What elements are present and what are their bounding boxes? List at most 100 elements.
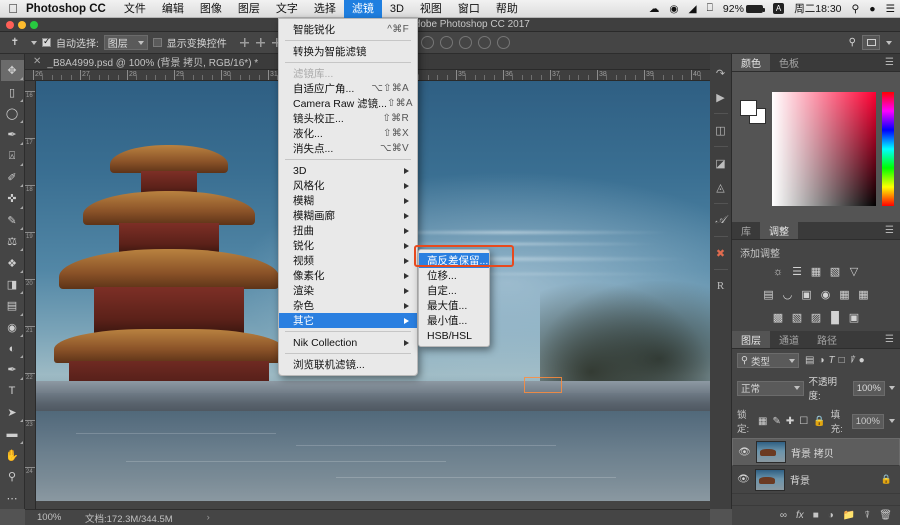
submenu-item-custom[interactable]: 自定... xyxy=(419,283,489,298)
drag-3d-icon[interactable] xyxy=(459,36,473,49)
menu-filter[interactable]: 滤镜 xyxy=(343,0,382,18)
airplay-icon[interactable]: ⎕ xyxy=(702,2,718,15)
submenu-item-minimum[interactable]: 最小值... xyxy=(419,313,489,328)
path-selection-tool[interactable]: ➤ xyxy=(1,402,24,423)
character-styles-icon[interactable]: 𝒜 xyxy=(711,209,731,231)
menu-type[interactable]: 文字 xyxy=(268,0,306,18)
auto-select-dropdown[interactable]: 图层 xyxy=(103,35,148,50)
submenu-item-offset[interactable]: 位移... xyxy=(419,268,489,283)
history-panel-icon[interactable]: ↷ xyxy=(711,62,731,84)
link-layers-icon[interactable]: ∞ xyxy=(780,510,787,521)
apple-logo-icon[interactable]:  xyxy=(0,2,26,15)
new-layer-icon[interactable]: ⍒ xyxy=(864,510,870,521)
other-filters-submenu[interactable]: 高反差保留... 位移... 自定... 最大值... 最小值... HSB/H… xyxy=(418,249,490,347)
minimize-window-button[interactable] xyxy=(18,20,26,29)
tab-channels[interactable]: 通道 xyxy=(770,331,808,348)
color-lookup-icon[interactable]: ▦ xyxy=(856,287,871,302)
gradient-tool[interactable]: ▤ xyxy=(1,295,24,316)
lock-transparency-icon[interactable]: ▦ xyxy=(758,416,767,427)
brightness-contrast-icon[interactable]: ☼ xyxy=(771,264,786,279)
table-row[interactable]: 👁 背景 🔒 xyxy=(732,466,900,494)
pixel-filter-icon[interactable]: ▤ xyxy=(805,355,814,366)
exposure-icon[interactable]: ▧ xyxy=(828,264,843,279)
menu-item-liquify[interactable]: 液化... ⇧⌘X xyxy=(279,126,417,141)
workspace-switcher-icon[interactable] xyxy=(862,35,880,50)
blend-mode-dropdown[interactable]: 正常 xyxy=(737,380,805,396)
shape-filter-icon[interactable]: □ xyxy=(839,355,845,366)
eye-icon[interactable]: 👁 xyxy=(738,447,751,458)
menu-3d[interactable]: 3D xyxy=(382,0,412,18)
panel-menu-icon[interactable]: ☰ xyxy=(879,222,900,239)
layer-thumbnail[interactable] xyxy=(756,441,786,463)
menu-help[interactable]: 帮助 xyxy=(488,0,526,18)
submenu-item-hsb-hsl[interactable]: HSB/HSL xyxy=(419,328,489,343)
siri-icon[interactable]: ● xyxy=(864,3,880,15)
menu-item-pixelate[interactable]: 像素化 xyxy=(279,268,417,283)
blur-tool[interactable]: ◉ xyxy=(1,317,24,338)
vibrance-icon[interactable]: ▽ xyxy=(847,264,862,279)
lock-position-icon[interactable]: ✚ xyxy=(786,416,794,427)
search-icon[interactable]: ⚲ xyxy=(849,37,856,48)
menu-file[interactable]: 文件 xyxy=(116,0,154,18)
foreground-color-swatch[interactable] xyxy=(740,100,757,116)
menu-item-vanishing-point[interactable]: 消失点... ⌥⌘V xyxy=(279,141,417,156)
close-window-button[interactable] xyxy=(6,20,14,29)
tab-swatches[interactable]: 色板 xyxy=(770,54,808,71)
hand-tool[interactable]: ✋ xyxy=(1,445,24,466)
eyedropper-tool[interactable]: ✐ xyxy=(1,167,24,188)
zoom-level-field[interactable]: 100% xyxy=(25,512,75,523)
menu-item-stylize[interactable]: 风格化 xyxy=(279,178,417,193)
fill-field[interactable]: 100% xyxy=(851,413,884,429)
show-transform-checkbox[interactable] xyxy=(152,38,162,47)
rotate-3d-icon[interactable] xyxy=(421,36,435,49)
menu-item-blur[interactable]: 模糊 xyxy=(279,193,417,208)
delete-layer-icon[interactable]: 🗑 xyxy=(879,510,892,521)
menu-item-3d[interactable]: 3D xyxy=(279,163,417,178)
smart-object-filter-icon[interactable]: ⍒ xyxy=(849,355,855,366)
color-balance-icon[interactable]: ◡ xyxy=(780,287,795,302)
scale-3d-icon[interactable] xyxy=(497,36,511,49)
tab-layers[interactable]: 图层 xyxy=(732,331,770,348)
window-controls[interactable] xyxy=(0,20,38,29)
photo-filter-icon[interactable]: ◉ xyxy=(818,287,833,302)
clock-label[interactable]: 周二18:30 xyxy=(789,1,846,16)
opacity-field[interactable]: 100% xyxy=(852,380,885,396)
history-brush-tool[interactable]: ❖ xyxy=(1,252,24,274)
actions-play-icon[interactable]: ▶ xyxy=(711,86,731,108)
menu-item-distort[interactable]: 扭曲 xyxy=(279,223,417,238)
menu-item-adaptive-wide-angle[interactable]: 自适应广角... ⌥⇧⌘A xyxy=(279,81,417,96)
submenu-item-maximum[interactable]: 最大值... xyxy=(419,298,489,313)
menu-item-noise[interactable]: 杂色 xyxy=(279,298,417,313)
color-swatches[interactable] xyxy=(740,100,766,124)
vertical-ruler[interactable]: 16 17 18 19 20 21 22 23 24 xyxy=(25,81,36,509)
invert-icon[interactable]: ▩ xyxy=(771,310,786,325)
menu-image[interactable]: 图像 xyxy=(192,0,230,18)
color-picker-area[interactable] xyxy=(732,72,900,222)
glyphs-icon[interactable]: ◬ xyxy=(711,176,731,198)
hue-saturation-icon[interactable]: ▤ xyxy=(761,287,776,302)
layer-comps-icon[interactable]: ◪ xyxy=(711,152,731,174)
submenu-item-high-pass[interactable]: 高反差保留... xyxy=(419,253,489,268)
menu-item-video[interactable]: 视频 xyxy=(279,253,417,268)
layer-thumbnail[interactable] xyxy=(755,468,785,491)
notification-center-icon[interactable]: ☰ xyxy=(881,3,900,15)
lock-all-icon[interactable]: 🔒 xyxy=(813,416,825,427)
threshold-icon[interactable]: ▨ xyxy=(809,310,824,325)
menu-view[interactable]: 视图 xyxy=(412,0,450,18)
new-adjustment-layer-icon[interactable]: ◑ xyxy=(828,510,834,521)
hue-slider[interactable] xyxy=(882,92,894,206)
lasso-tool[interactable]: ◯ xyxy=(1,103,24,124)
slide-3d-icon[interactable] xyxy=(478,36,492,49)
channel-mixer-icon[interactable]: ▦ xyxy=(837,287,852,302)
align-left-icon[interactable] xyxy=(237,35,252,50)
layer-name[interactable]: 背景 xyxy=(790,472,876,487)
crop-tool[interactable]: ⍓ xyxy=(1,146,24,167)
menu-item-lens-correction[interactable]: 镜头校正... ⇧⌘R xyxy=(279,111,417,126)
selective-color-icon[interactable]: ▣ xyxy=(847,310,862,325)
levels-icon[interactable]: ☰ xyxy=(790,264,805,279)
panel-menu-icon[interactable]: ☰ xyxy=(879,331,900,348)
layer-name[interactable]: 背景 拷贝 xyxy=(791,445,894,460)
battery-status[interactable]: 92% xyxy=(718,3,768,15)
type-filter-icon[interactable]: T xyxy=(829,355,835,366)
maximize-window-button[interactable] xyxy=(30,20,38,29)
